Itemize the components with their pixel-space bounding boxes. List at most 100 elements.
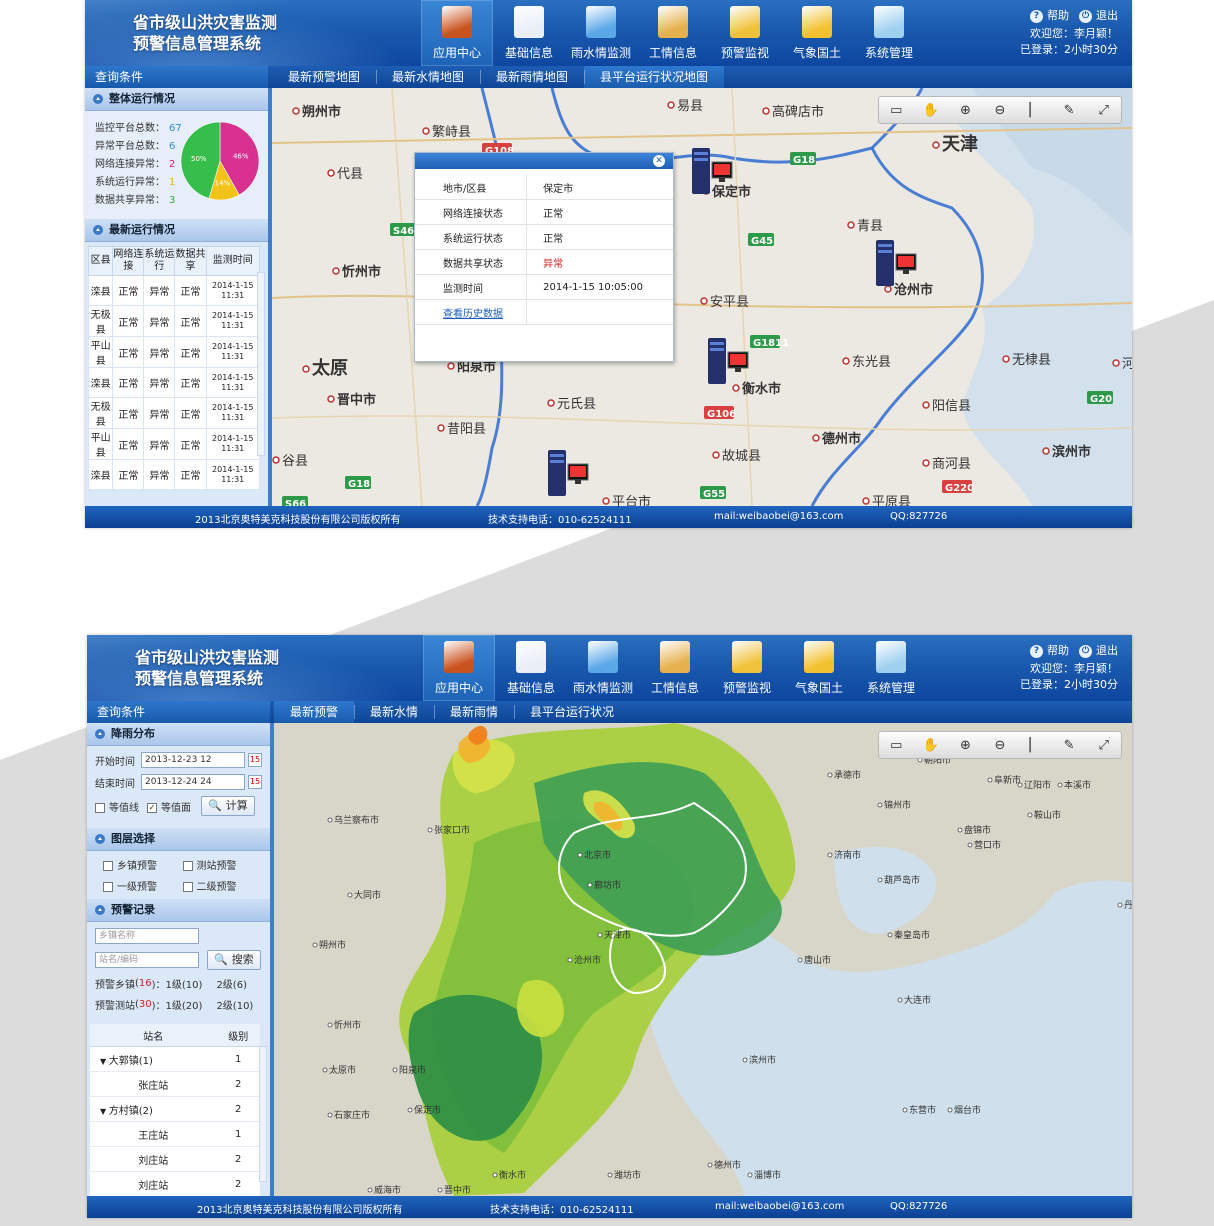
- power-icon: ⏻: [1079, 644, 1092, 658]
- table-row[interactable]: 滦县 正常 异常 正常 2014-1-15 11:31: [87, 459, 260, 490]
- section-layer-select[interactable]: 图层选择: [87, 828, 270, 851]
- search-button[interactable]: 🔍 搜索: [207, 950, 261, 970]
- nav-rain-water[interactable]: 雨水情监测: [567, 635, 639, 701]
- column-header[interactable]: 系统运行: [143, 246, 176, 276]
- town-name-input[interactable]: 乡镇名称: [95, 928, 199, 944]
- tab-4[interactable]: 县平台运行状况地图: [584, 66, 725, 88]
- column-header[interactable]: 区县: [87, 246, 114, 276]
- login-duration: 已登录：2小时30分: [1020, 678, 1118, 691]
- fullscreen-icon[interactable]: ⤢: [1093, 100, 1115, 120]
- nav-works-info[interactable]: 工情信息: [639, 635, 711, 701]
- section-rain-distribution[interactable]: 降雨分布: [87, 723, 270, 746]
- road-shield-label: G20: [1090, 394, 1112, 405]
- layer-checkbox[interactable]: 乡镇预警: [103, 857, 183, 872]
- fullscreen-icon[interactable]: ⤢: [1093, 735, 1115, 755]
- screen-icon[interactable]: ▭: [885, 100, 907, 120]
- isosurface-checkbox[interactable]: 等值面: [147, 799, 191, 814]
- city-marker: [827, 852, 833, 858]
- calendar-icon[interactable]: 15: [248, 775, 262, 789]
- table-row[interactable]: 王庄站 1: [90, 1121, 260, 1147]
- edit-icon[interactable]: ✎: [1058, 735, 1080, 755]
- table-row[interactable]: 刘庄站 2: [90, 1146, 260, 1172]
- map-view[interactable]: 承德市 朝阳市 阜新市 锦州市 辽阳市 本溪市 鞍山市 盘锦市 营口市 乌兰察布市 张家口市 北京市廊…: [274, 723, 1132, 1196]
- table-row[interactable]: 张庄站 2: [90, 1071, 260, 1097]
- close-icon[interactable]: ✕: [653, 155, 665, 167]
- nav-weather-land[interactable]: 气象国土: [781, 0, 853, 66]
- pan-hand-icon[interactable]: ✋: [920, 735, 942, 755]
- section-latest-status[interactable]: 最新运行情况: [85, 219, 268, 242]
- zoom-in-icon[interactable]: ⊕: [954, 735, 976, 755]
- warning-level: 1: [216, 1121, 260, 1147]
- popup-label: 地市/区县: [415, 175, 527, 200]
- screen-platform-status: 省市级山洪灾害监测 预警信息管理系统 应用中心 基础信息 雨水情监测 工情信息 …: [85, 0, 1132, 528]
- nav-app-center[interactable]: 应用中心: [423, 635, 495, 701]
- tab-2[interactable]: 最新水情: [354, 701, 434, 723]
- tab-bar: 查询条件 最新预警 最新水情 最新雨情 县平台运行状况: [87, 701, 1132, 723]
- calendar-icon[interactable]: 15: [248, 753, 262, 767]
- tab-3[interactable]: 最新雨情: [434, 701, 514, 723]
- expand-icon[interactable]: ▼: [100, 1057, 109, 1066]
- zoom-out-icon[interactable]: ⊖: [989, 735, 1011, 755]
- measure-icon[interactable]: ▏: [1024, 735, 1046, 755]
- station-code-input[interactable]: 站名/编码: [95, 952, 199, 968]
- help-link[interactable]: ? 帮助: [1030, 643, 1069, 659]
- table-scrollbar[interactable]: [259, 1046, 267, 1182]
- table-scrollbar[interactable]: [257, 272, 265, 456]
- table-row[interactable]: 滦县 正常 异常 正常 2014-1-15 11:31: [87, 367, 260, 398]
- measure-icon[interactable]: ▏: [1024, 100, 1046, 120]
- map-place-label: 沧州市: [894, 282, 933, 298]
- nav-system-manage[interactable]: 系统管理: [855, 635, 927, 701]
- table-row[interactable]: 无极县 正常 异常 正常 2014-1-15 11:31: [87, 305, 260, 337]
- nav-basic-info[interactable]: 基础信息: [495, 635, 567, 701]
- map-place-label: 锦州市: [884, 799, 911, 811]
- section-overall-status[interactable]: 整体运行情况: [85, 88, 268, 111]
- layer-checkbox[interactable]: 二级预警: [182, 878, 263, 893]
- city-marker: [797, 957, 803, 963]
- nav-warning-monitor[interactable]: 预警监视: [711, 635, 783, 701]
- table-row[interactable]: 刘庄站 2: [90, 1171, 260, 1196]
- logout-link[interactable]: ⏻ 退出: [1079, 643, 1118, 659]
- start-time-input[interactable]: 2013-12-23 12: [141, 752, 245, 768]
- tab-3[interactable]: 最新雨情地图: [480, 66, 584, 88]
- tab-4[interactable]: 县平台运行状况: [514, 701, 630, 723]
- nav-works-info[interactable]: 工情信息: [637, 0, 709, 66]
- map-view[interactable]: 朔州市 繁峙县 易县 高碑店市 天津 代县 保定市 青县 忻州市 安平县 沧州市 太原 阳泉市 东光县 无棣…: [272, 88, 1132, 506]
- layer-checkbox[interactable]: 一级预警: [103, 878, 183, 893]
- tab-1[interactable]: 最新预警地图: [272, 66, 376, 88]
- zoom-in-icon[interactable]: ⊕: [954, 100, 976, 120]
- table-cell: 正常: [112, 275, 145, 306]
- expand-icon[interactable]: ▼: [100, 1107, 109, 1116]
- table-row[interactable]: 平山县 正常 异常 正常 2014-1-15 11:31: [87, 336, 260, 368]
- table-row[interactable]: 滦县 正常 异常 正常 2014-1-15 11:31: [87, 275, 260, 306]
- logout-link[interactable]: ⏻ 退出: [1079, 8, 1118, 24]
- history-data-link[interactable]: 查看历史数据: [443, 309, 503, 320]
- column-header[interactable]: 级别: [216, 1024, 260, 1047]
- column-header[interactable]: 站名: [90, 1024, 217, 1047]
- table-row[interactable]: ▼ 方村镇(2) 2: [90, 1096, 260, 1122]
- nav-system-manage[interactable]: 系统管理: [853, 0, 925, 66]
- nav-weather-land[interactable]: 气象国土: [783, 635, 855, 701]
- edit-icon[interactable]: ✎: [1058, 100, 1080, 120]
- column-header[interactable]: 网络连接: [112, 246, 145, 276]
- calculate-button[interactable]: 🔍 计算: [201, 796, 255, 816]
- help-link[interactable]: ? 帮助: [1030, 8, 1069, 24]
- table-row[interactable]: 无极县 正常 异常 正常 2014-1-15 11:31: [87, 397, 260, 429]
- nav-app-center[interactable]: 应用中心: [421, 0, 493, 66]
- table-row[interactable]: 平山县 正常 异常 正常 2014-1-15 11:31: [87, 428, 260, 460]
- nav-rain-water[interactable]: 雨水情监测: [565, 0, 637, 66]
- nav-basic-info[interactable]: 基础信息: [493, 0, 565, 66]
- pan-hand-icon[interactable]: ✋: [920, 100, 942, 120]
- tab-2[interactable]: 最新水情地图: [376, 66, 480, 88]
- nav-warning-monitor[interactable]: 预警监视: [709, 0, 781, 66]
- end-time-input[interactable]: 2013-12-24 24: [141, 774, 245, 790]
- map-place-label: 阜新市: [994, 774, 1021, 786]
- tab-1[interactable]: 最新预警: [274, 701, 355, 723]
- zoom-out-icon[interactable]: ⊖: [989, 100, 1011, 120]
- screen-icon[interactable]: ▭: [885, 735, 907, 755]
- table-row[interactable]: ▼ 大郭镇(1) 1: [90, 1046, 260, 1072]
- isoline-checkbox[interactable]: 等值线: [95, 799, 139, 814]
- column-header[interactable]: 数据共享: [174, 246, 207, 276]
- section-warning-records[interactable]: 预警记录: [87, 899, 270, 922]
- column-header[interactable]: 监测时间: [205, 246, 260, 276]
- layer-checkbox[interactable]: 测站预警: [182, 857, 263, 872]
